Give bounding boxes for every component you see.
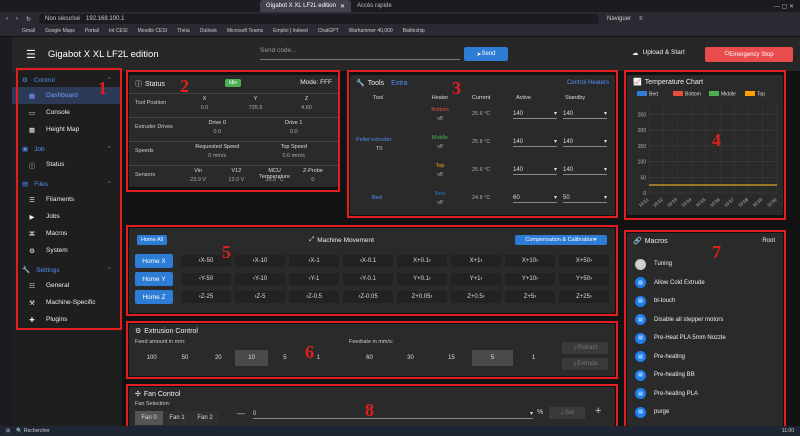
annotation-number-6: 6: [305, 342, 314, 362]
clock: 11:00: [781, 428, 794, 434]
app-bar: ☰ Gigabot X XL LF2L edition Send code...…: [12, 37, 800, 71]
close-icon[interactable]: ✕: [340, 3, 345, 10]
send-label: Send: [481, 51, 496, 57]
bookmark-item[interactable]: Thèia: [177, 28, 190, 34]
taskbar-search-label: Rechercher: [23, 428, 50, 434]
bookmarks-bar: Gmail Google Maps Portail Int CESI Moodle CE…: [0, 26, 800, 37]
bookmark-item[interactable]: ChatGPT: [318, 28, 339, 34]
tab-label: Accès rapide: [356, 3, 392, 9]
url-bar: ‹ › ↻ Non sécurisé 192.168.100.1 Naviguer …: [0, 12, 800, 26]
browser-sidebar: [0, 37, 12, 426]
annotation-box-6: [126, 321, 618, 379]
menu-icon[interactable]: ≡: [639, 16, 643, 22]
emergency-stop-button[interactable]: ⏻ Emergency Stop: [705, 47, 793, 62]
annotation-box-7: [624, 230, 786, 428]
bookmark-item[interactable]: Google Maps: [45, 28, 75, 34]
bookmark-item[interactable]: Battleship: [403, 28, 425, 34]
annotation-number-2: 2: [180, 76, 189, 96]
os-taskbar: ⊞ 🔍 Rechercher 11:00: [0, 426, 800, 436]
cloud-upload-icon: ☁: [632, 50, 639, 57]
security-label: Non sécurisé: [45, 16, 81, 22]
bookmark-item[interactable]: Warhammer 40,000: [349, 28, 393, 34]
bookmark-item[interactable]: Emploi | Indeed: [273, 28, 308, 34]
window-controls[interactable]: — ▢ ✕: [768, 0, 800, 12]
annotation-box-2: [126, 70, 340, 192]
bookmark-item[interactable]: Moodle CESI: [138, 28, 167, 34]
back-icon[interactable]: ‹: [6, 16, 8, 22]
send-button[interactable]: ➤ Send: [464, 47, 508, 61]
annotation-box-1: [16, 68, 122, 330]
forward-icon[interactable]: ›: [16, 16, 18, 22]
url-text: 192.168.100.1: [86, 16, 125, 22]
estop-label: Emergency Stop: [729, 51, 774, 58]
windows-icon[interactable]: ⊞: [6, 428, 10, 434]
annotation-number-8: 8: [365, 400, 374, 420]
profile-badge[interactable]: Naviguer: [607, 16, 631, 22]
annotation-number-3: 3: [452, 78, 461, 98]
annotation-number-1: 1: [98, 78, 107, 98]
browser-tab-acces[interactable]: Accès rapide: [351, 0, 398, 12]
hamburger-icon[interactable]: ☰: [26, 48, 36, 61]
annotation-number-5: 5: [222, 242, 231, 262]
taskbar-search[interactable]: 🔍 Rechercher: [16, 428, 49, 434]
upload-label: Upload & Start: [642, 49, 685, 56]
address-field[interactable]: Non sécurisé 192.168.100.1: [39, 14, 600, 24]
annotation-box-5: [126, 225, 618, 316]
tab-label: Gigabot X XL LF2L edition: [266, 3, 336, 9]
bookmark-item[interactable]: Outlook: [200, 28, 217, 34]
send-code-input[interactable]: Send code...: [260, 47, 460, 60]
upload-start-button[interactable]: ☁ Upload & Start: [632, 49, 685, 57]
annotation-box-3: [347, 70, 618, 218]
bookmark-item[interactable]: Int CESI: [109, 28, 128, 34]
reload-icon[interactable]: ↻: [26, 16, 31, 23]
annotation-number-7: 7: [712, 242, 721, 262]
browser-tab-gigabot[interactable]: Gigabot X XL LF2L edition ✕: [260, 0, 351, 12]
bookmark-item[interactable]: Microsoft Teams: [227, 28, 263, 34]
annotation-number-4: 4: [712, 130, 721, 150]
browser-tab-bar: Gigabot X XL LF2L edition ✕ Accès rapide …: [0, 0, 800, 12]
annotation-box-4: [624, 70, 786, 220]
bookmark-item[interactable]: Portail: [85, 28, 99, 34]
bookmark-item[interactable]: Gmail: [22, 28, 35, 34]
app-title: Gigabot X XL LF2L edition: [47, 48, 159, 60]
